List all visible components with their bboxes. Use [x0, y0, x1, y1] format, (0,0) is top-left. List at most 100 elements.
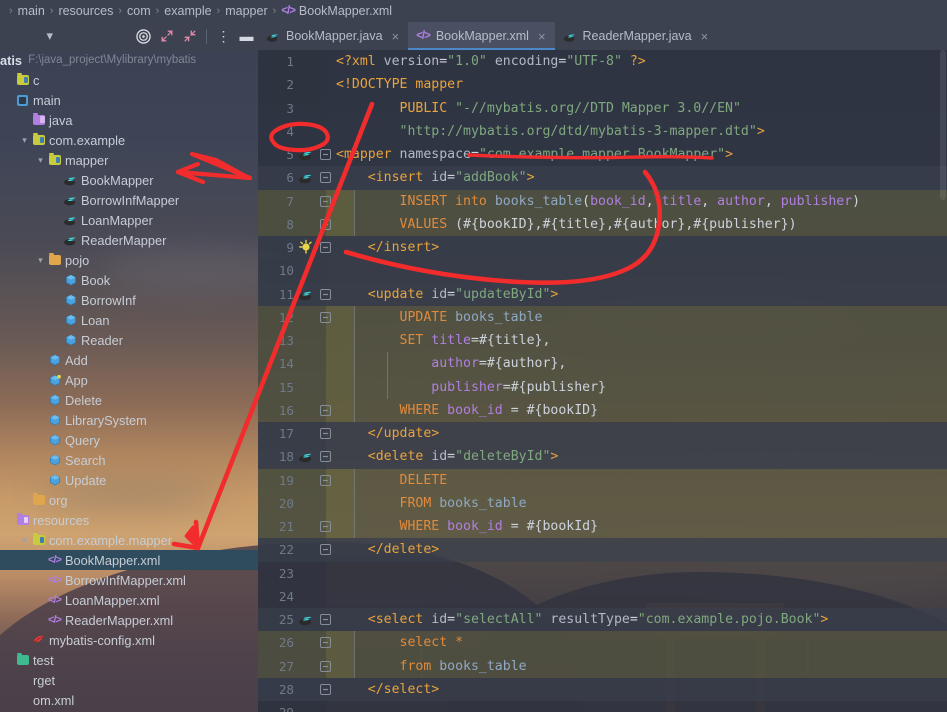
code-line[interactable]: 3 PUBLIC "-//mybatis.org//DTD Mapper 3.0…: [258, 97, 947, 120]
breadcrumb-item-main[interactable]: main: [18, 4, 45, 18]
tree-row-com-example-mapper[interactable]: ▾ com.example.mapper: [0, 530, 258, 550]
tree-row-mapper[interactable]: ▾ mapper: [0, 150, 258, 170]
code-line[interactable]: 24: [258, 585, 947, 608]
breadcrumb-item-com[interactable]: com: [127, 4, 151, 18]
code-line[interactable]: 2 <!DOCTYPE mapper: [258, 73, 947, 96]
tree-row-reader[interactable]: Reader: [0, 330, 258, 350]
tree-row-loanmapper[interactable]: LoanMapper: [0, 210, 258, 230]
code-line[interactable]: 25 <select id="selectAll" resultType="co…: [258, 608, 947, 632]
tab-bookmapper-java[interactable]: BookMapper.java ×: [258, 22, 408, 50]
code-line[interactable]: 4 "http://mybatis.org/dtd/mybatis-3-mapp…: [258, 120, 947, 143]
tree-row-rget[interactable]: rget: [0, 670, 258, 690]
tree-row-pojo[interactable]: ▾ pojo: [0, 250, 258, 270]
chevron-down-icon[interactable]: ▾: [34, 255, 47, 266]
code-line[interactable]: 8 VALUES (#{bookID},#{title},#{author},#…: [258, 212, 947, 236]
mybatis-gutter-icon[interactable]: [298, 169, 314, 185]
code-line[interactable]: 7 INSERT into books_table(book_id, title…: [258, 189, 947, 213]
tree-row-query[interactable]: Query: [0, 430, 258, 450]
code-line[interactable]: 1 <?xml version="1.0" encoding="UTF-8" ?>: [258, 50, 947, 73]
close-icon[interactable]: ×: [701, 29, 709, 44]
mybatis-gutter-icon[interactable]: [298, 611, 314, 627]
tree-row-bookmapper-xml[interactable]: </> BookMapper.xml: [0, 550, 258, 570]
tree-row-borrowinfmapper[interactable]: BorrowInfMapper: [0, 190, 258, 210]
close-icon[interactable]: ×: [538, 29, 546, 44]
code-line[interactable]: 14 author=#{author},: [258, 352, 947, 376]
code-fold-toggle[interactable]: [320, 614, 331, 625]
tree-row-om-xml[interactable]: om.xml: [0, 690, 258, 710]
tree-row-c[interactable]: c: [0, 70, 258, 90]
breadcrumb-item-file[interactable]: BookMapper.xml: [299, 4, 392, 18]
tree-row-com-example[interactable]: ▾ com.example: [0, 130, 258, 150]
tree-row-search[interactable]: Search: [0, 450, 258, 470]
code-fold-toggle[interactable]: [320, 544, 331, 556]
tree-row-bookmapper[interactable]: BookMapper: [0, 170, 258, 190]
tree-row-resources[interactable]: resources: [0, 510, 258, 530]
code-fold-toggle[interactable]: [320, 242, 331, 253]
code-line[interactable]: 15 publisher=#{publisher}: [258, 375, 947, 399]
code-line[interactable]: 23: [258, 562, 947, 585]
tree-row-add[interactable]: Add: [0, 350, 258, 370]
tree-row-book[interactable]: Book: [0, 270, 258, 290]
code-fold-toggle[interactable]: [320, 149, 331, 160]
code-fold-toggle[interactable]: [320, 288, 331, 300]
project-tree[interactable]: atis F:\java_project\Mylibrary\mybatis c…: [0, 50, 258, 712]
code-fold-toggle[interactable]: [320, 428, 331, 439]
tree-row-readermapper-xml[interactable]: </> ReaderMapper.xml: [0, 610, 258, 630]
code-line[interactable]: 20 FROM books_table: [258, 491, 947, 515]
tree-row-java[interactable]: java: [0, 110, 258, 130]
chevron-down-icon[interactable]: ▾: [38, 24, 61, 48]
code-line[interactable]: 6 <insert id="addBook">: [258, 166, 947, 190]
code-line[interactable]: 17 </update>: [258, 422, 947, 446]
code-line[interactable]: 12 UPDATE books_table: [258, 305, 947, 329]
project-root-row[interactable]: atis F:\java_project\Mylibrary\mybatis: [0, 50, 258, 70]
code-line[interactable]: 9 </insert>: [258, 236, 947, 260]
code-line[interactable]: 27 from books_table: [258, 654, 947, 678]
tree-row-borrowinfmapper-xml[interactable]: </> BorrowInfMapper.xml: [0, 570, 258, 590]
breadcrumb[interactable]: › main › resources › com › example › map…: [0, 0, 947, 22]
chevron-down-icon[interactable]: ▾: [18, 135, 31, 146]
code-content[interactable]: 1 <?xml version="1.0" encoding="UTF-8" ?>…: [258, 50, 947, 712]
tree-row-mybatis-config-xml[interactable]: mybatis-config.xml: [0, 630, 258, 650]
editor-vertical-scrollbar[interactable]: [939, 50, 947, 712]
code-line[interactable]: 21 WHERE book_id = #{bookId}: [258, 515, 947, 539]
breadcrumb-item-mapper[interactable]: mapper: [225, 4, 267, 18]
target-icon[interactable]: [132, 24, 155, 48]
breadcrumb-item-example[interactable]: example: [164, 4, 211, 18]
code-line[interactable]: 10: [258, 259, 947, 283]
tree-row-borrowinf[interactable]: BorrowInf: [0, 290, 258, 310]
code-fold-toggle[interactable]: [320, 474, 331, 486]
code-fold-toggle[interactable]: [320, 311, 331, 323]
tree-row-test[interactable]: test: [0, 650, 258, 670]
code-fold-toggle[interactable]: [320, 637, 331, 649]
tree-row-librarysystem[interactable]: LibrarySystem: [0, 410, 258, 430]
code-line[interactable]: 19 DELETE: [258, 468, 947, 492]
mybatis-gutter-icon[interactable]: [298, 146, 314, 162]
minimize-icon[interactable]: ▬: [235, 24, 258, 48]
code-fold-toggle[interactable]: [320, 521, 331, 532]
tab-readermapper-java[interactable]: ReaderMapper.java ×: [555, 22, 718, 50]
code-fold-toggle[interactable]: [320, 218, 331, 230]
code-fold-toggle[interactable]: [320, 404, 331, 416]
code-fold-toggle[interactable]: [320, 451, 331, 463]
tab-bookmapper-xml[interactable]: </> BookMapper.xml ×: [408, 22, 555, 50]
scrollbar-thumb[interactable]: [940, 50, 946, 200]
tree-row-readermapper[interactable]: ReaderMapper: [0, 230, 258, 250]
chevron-down-icon[interactable]: ▾: [34, 155, 47, 166]
code-fold-toggle[interactable]: [320, 683, 331, 695]
chevron-down-icon[interactable]: ▾: [18, 535, 31, 546]
mybatis-gutter-icon[interactable]: [298, 286, 314, 302]
more-options-icon[interactable]: ⋮: [212, 24, 235, 48]
code-line[interactable]: 5 <mapper namespace="com.example.mapper.B…: [258, 143, 947, 166]
code-line[interactable]: 11 <update id="updateById">: [258, 282, 947, 306]
code-fold-toggle[interactable]: [320, 172, 331, 184]
tree-row-loanmapper-xml[interactable]: </> LoanMapper.xml: [0, 590, 258, 610]
expand-all-icon[interactable]: [155, 24, 178, 48]
collapse-all-icon[interactable]: [178, 24, 201, 48]
tree-row-delete[interactable]: Delete: [0, 390, 258, 410]
tree-row-main[interactable]: main: [0, 90, 258, 110]
tree-row-loan[interactable]: Loan: [0, 310, 258, 330]
code-line[interactable]: 26 select *: [258, 631, 947, 655]
code-line[interactable]: 16 WHERE book_id = #{bookID}: [258, 398, 947, 422]
code-editor[interactable]: 1 <?xml version="1.0" encoding="UTF-8" ?>…: [258, 50, 947, 712]
code-line[interactable]: 22 </delete>: [258, 538, 947, 562]
